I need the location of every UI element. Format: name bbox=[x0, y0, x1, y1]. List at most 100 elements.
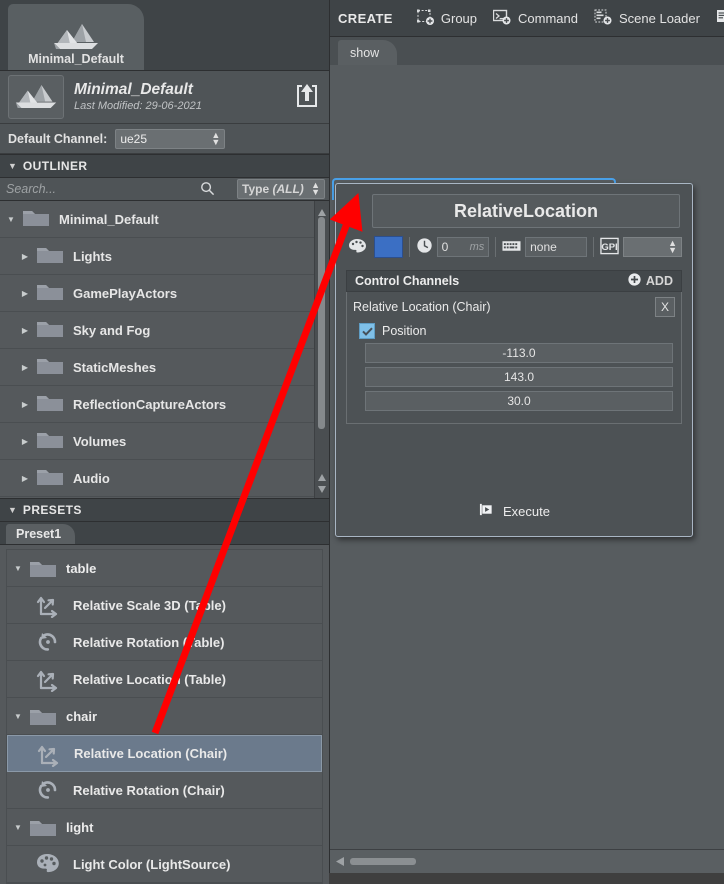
chevron-down-icon[interactable]: ▼ bbox=[0, 215, 22, 224]
preset-row[interactable]: Relative Rotation (Chair) bbox=[7, 772, 322, 809]
chevron-down-icon[interactable]: ▼ bbox=[7, 712, 29, 721]
folder-icon bbox=[36, 355, 64, 379]
create-group-label: Group bbox=[441, 11, 477, 26]
outliner-row[interactable]: ▶Lights bbox=[0, 238, 329, 275]
preset-row-label: chair bbox=[66, 709, 97, 724]
default-channel-row: Default Channel: ue25 ▲▼ bbox=[0, 124, 329, 154]
preset-row[interactable]: ▼ light bbox=[7, 809, 322, 846]
horizontal-scrollbar[interactable] bbox=[330, 849, 724, 873]
create-label: CREATE bbox=[338, 11, 393, 26]
chevron-right-icon[interactable]: ▶ bbox=[14, 400, 36, 409]
preset-row[interactable]: Relative Rotation (Table) bbox=[7, 624, 322, 661]
outliner-scrollbar[interactable] bbox=[314, 201, 329, 498]
create-command-button[interactable]: Command bbox=[493, 9, 578, 28]
outliner-row[interactable]: ▶ Volumes bbox=[0, 423, 329, 460]
asset-tab-minimal-default[interactable]: Minimal_Default bbox=[8, 4, 144, 70]
folder-icon bbox=[36, 466, 64, 490]
horizontal-scroll-thumb[interactable] bbox=[350, 858, 416, 865]
preset-row[interactable]: ▼table bbox=[7, 550, 322, 587]
node-title[interactable]: RelativeLocation bbox=[372, 194, 680, 228]
preset-row-label: Relative Rotation (Table) bbox=[73, 635, 224, 650]
svg-text:GPI: GPI bbox=[601, 241, 617, 252]
outliner-row[interactable]: ▶Audio bbox=[0, 460, 329, 497]
add-channel-button[interactable]: ADD bbox=[628, 273, 673, 289]
outliner-row[interactable]: ▶StaticMeshes bbox=[0, 349, 329, 386]
position-x-input[interactable]: -113.0 bbox=[365, 343, 673, 363]
chevron-right-icon[interactable]: ▶ bbox=[14, 363, 36, 372]
folder-icon bbox=[29, 706, 57, 727]
scroll-down-icon[interactable] bbox=[318, 481, 326, 496]
preset-row-label: light bbox=[66, 820, 93, 835]
outliner-row[interactable]: ▶Sky and Fog bbox=[0, 312, 329, 349]
outliner-row[interactable]: ▶ GamePlayActors bbox=[0, 275, 329, 312]
shortcut-input[interactable]: none bbox=[525, 237, 587, 257]
preset-row[interactable]: Light Color (LightSource) bbox=[7, 846, 322, 883]
folder-icon bbox=[22, 207, 50, 231]
add-command-icon bbox=[493, 9, 512, 28]
folder-icon bbox=[29, 817, 57, 838]
pyramid-icon bbox=[52, 22, 100, 52]
chevron-down-icon[interactable]: ▼ bbox=[7, 564, 29, 573]
node-color-swatch[interactable] bbox=[374, 236, 403, 258]
execute-label: Execute bbox=[503, 504, 550, 519]
outliner-row-label: Volumes bbox=[73, 434, 126, 449]
node-canvas[interactable]: RelativeLocation bbox=[330, 65, 724, 850]
search-input[interactable]: Search... bbox=[0, 178, 237, 200]
create-scene-loader-button[interactable]: Scene Loader bbox=[594, 9, 700, 28]
remove-channel-button[interactable]: X bbox=[655, 297, 675, 317]
create-command-label: Command bbox=[518, 11, 578, 26]
folder-icon bbox=[36, 392, 64, 416]
outliner-section-header[interactable]: ▼ OUTLINER bbox=[0, 154, 329, 178]
preset-row[interactable]: Relative Scale 3D (Table) bbox=[7, 587, 322, 624]
execute-button[interactable]: Execute bbox=[336, 502, 692, 520]
upload-icon[interactable] bbox=[293, 81, 321, 111]
chevron-right-icon[interactable]: ▶ bbox=[14, 289, 36, 298]
chevron-right-icon[interactable]: ▶ bbox=[14, 437, 36, 446]
chevron-updown-icon: ▲▼ bbox=[311, 182, 320, 196]
chevron-right-icon[interactable]: ▶ bbox=[14, 326, 36, 335]
preset-tab-preset1[interactable]: Preset1 bbox=[6, 524, 75, 544]
create-group-button[interactable]: Group bbox=[417, 9, 477, 28]
asset-thumbnail bbox=[8, 75, 64, 119]
shortcut-value: none bbox=[530, 240, 557, 254]
preset-row[interactable]: ▼ chair bbox=[7, 698, 322, 735]
outliner-scroll-thumb[interactable] bbox=[318, 217, 325, 429]
outliner-row-label: ReflectionCaptureActors bbox=[73, 397, 226, 412]
palette-icon[interactable] bbox=[348, 238, 368, 257]
control-channels-title: Control Channels bbox=[355, 274, 459, 288]
outliner-row-label: GamePlayActors bbox=[73, 286, 177, 301]
preset-tab-label: Preset1 bbox=[16, 527, 61, 541]
chevron-down-icon[interactable]: ▼ bbox=[7, 823, 29, 832]
preset-row[interactable]: Relative Location (Table) bbox=[7, 661, 322, 698]
presets-section-header[interactable]: ▼ PRESETS bbox=[0, 498, 329, 522]
scroll-left-icon[interactable] bbox=[336, 854, 344, 869]
outliner-row[interactable]: ▼Minimal_Default bbox=[0, 201, 329, 238]
preset-tabstrip: Preset1 bbox=[0, 522, 329, 545]
delay-input[interactable]: 0 ms bbox=[437, 237, 490, 257]
preset-row-selected[interactable]: Relative Location (Chair) bbox=[7, 735, 322, 772]
tab-show[interactable]: show bbox=[338, 40, 397, 65]
position-checkbox[interactable] bbox=[359, 323, 375, 339]
scale-axes-icon bbox=[36, 741, 62, 767]
outliner-row[interactable]: ▶ ReflectionCaptureActors bbox=[0, 386, 329, 423]
type-filter-select[interactable]: Type (ALL) ▲▼ bbox=[237, 179, 325, 199]
preset-row-label: Light Color (LightSource) bbox=[73, 857, 230, 872]
outliner-section-title: OUTLINER bbox=[23, 159, 88, 173]
search-icon[interactable] bbox=[200, 181, 215, 199]
position-y-input[interactable]: 143.0 bbox=[365, 367, 673, 387]
asset-name: Minimal_Default bbox=[74, 80, 202, 99]
gpi-icon: GPI bbox=[600, 237, 619, 258]
relative-location-node[interactable]: RelativeLocation bbox=[335, 183, 693, 537]
chevron-right-icon[interactable]: ▶ bbox=[14, 252, 36, 261]
gpi-select[interactable]: ▲▼ bbox=[623, 237, 682, 257]
scale-axes-icon bbox=[35, 666, 61, 692]
create-mse-button[interactable]: MSE bbox=[716, 9, 724, 28]
add-sceneloader-icon bbox=[594, 9, 613, 28]
default-channel-select[interactable]: ue25 ▲▼ bbox=[115, 129, 225, 149]
control-channel-entry: Relative Location (Chair) X Position -11… bbox=[346, 292, 682, 424]
show-tab-label: show bbox=[350, 46, 379, 60]
add-channel-label: ADD bbox=[646, 274, 673, 288]
chevron-right-icon[interactable]: ▶ bbox=[14, 474, 36, 483]
position-z-input[interactable]: 30.0 bbox=[365, 391, 673, 411]
preset-row-label: Relative Location (Chair) bbox=[74, 746, 227, 761]
